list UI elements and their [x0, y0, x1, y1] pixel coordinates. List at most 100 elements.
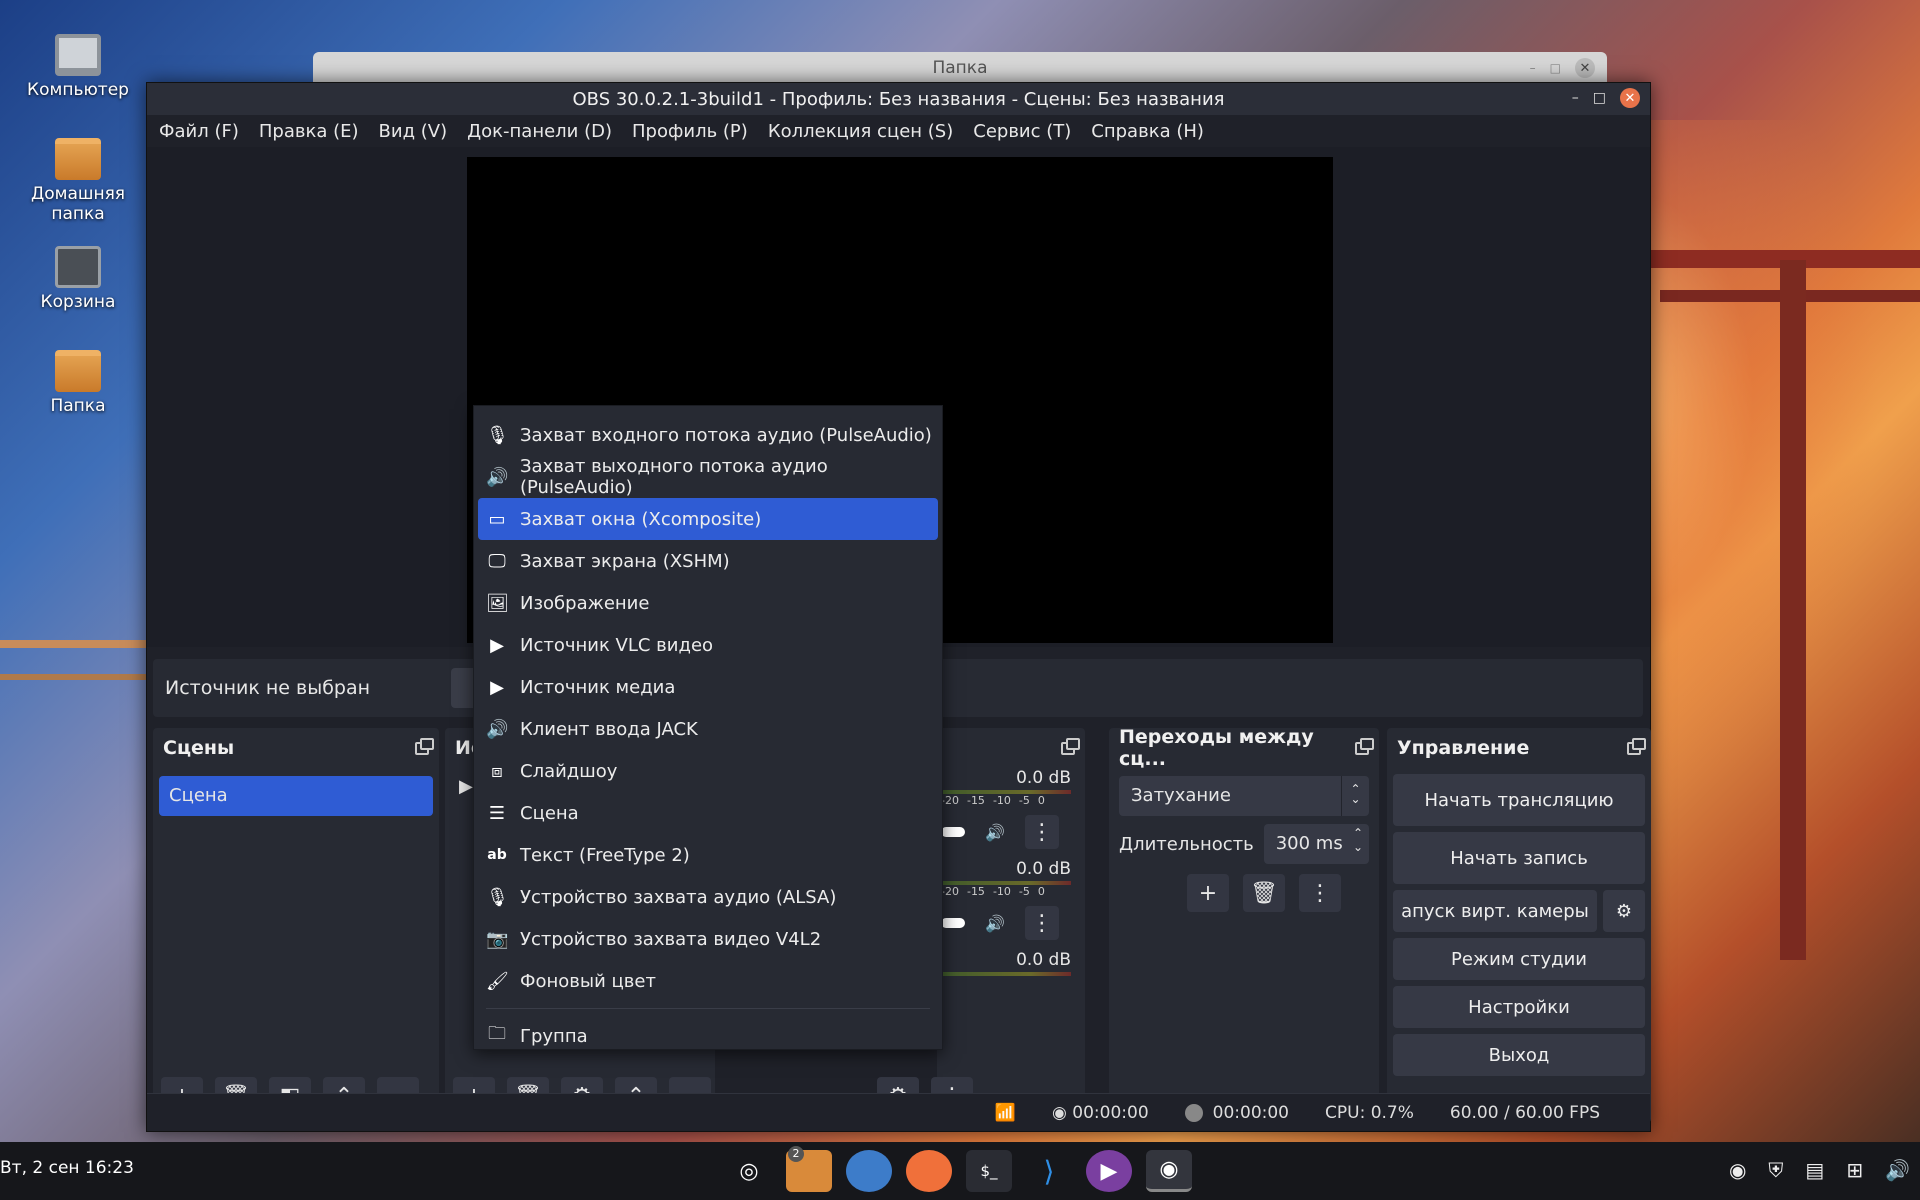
obs-titlebar[interactable]: OBS 30.0.2.1-3build1 - Профиль: Без назв…: [147, 83, 1650, 115]
network-icon[interactable]: ⊞: [1846, 1158, 1863, 1182]
speaker-icon[interactable]: 🔊: [985, 823, 1005, 842]
wallpaper-torii-post: [1780, 260, 1806, 960]
close-icon[interactable]: ✕: [1575, 58, 1595, 78]
image-icon: 🖼: [486, 592, 509, 614]
maximize-icon[interactable]: □: [1593, 90, 1606, 106]
speaker-icon[interactable]: 🔊: [985, 914, 1005, 933]
menu-item-screen-capture[interactable]: 🖵 Захват экрана (XSHM): [478, 540, 938, 582]
clock[interactable]: Вт, 2 сен 16:23: [0, 1158, 134, 1178]
mixer-channel: 0.0 dB -20 -15 -10 -5 0 🔊 ⋮: [937, 768, 1085, 849]
desktop-icon-folder[interactable]: Папка: [18, 350, 138, 416]
window-count-badge: 2: [788, 1146, 804, 1162]
menu-item-pulse-output[interactable]: 🔊 Захват выходного потока аудио (PulseAud…: [478, 456, 938, 498]
window-title: OBS 30.0.2.1-3build1 - Профиль: Без назв…: [572, 88, 1225, 110]
menu-docks[interactable]: Док-панели (D): [467, 121, 612, 142]
menu-view[interactable]: Вид (V): [379, 121, 448, 142]
menu-tools[interactable]: Сервис (T): [973, 121, 1071, 142]
vscode-icon[interactable]: ⟩: [1026, 1150, 1072, 1192]
text-icon: ab: [487, 847, 507, 863]
minimize-icon[interactable]: –: [1530, 61, 1536, 75]
start-record-button[interactable]: Начать запись: [1393, 832, 1645, 884]
camera-icon: 📷: [486, 928, 509, 950]
window-controls: – □ ✕: [1572, 88, 1640, 108]
start-virtual-camera-button[interactable]: апуск вирт. камеры: [1393, 890, 1597, 932]
menu-scene-collection[interactable]: Коллекция сцен (S): [768, 121, 953, 142]
menu-item-image[interactable]: 🖼 Изображение: [478, 582, 938, 624]
mint-menu-icon[interactable]: ◎: [726, 1150, 772, 1192]
menu-item-jack-input[interactable]: 🔊 Клиент ввода JACK: [478, 708, 938, 750]
transition-select[interactable]: Затухание ⌃ ⌄: [1119, 776, 1369, 816]
virtual-camera-settings-button[interactable]: ⚙: [1603, 890, 1645, 932]
volume-slider[interactable]: [941, 827, 965, 837]
speaker-icon: 🔊: [486, 466, 509, 488]
menu-edit[interactable]: Правка (E): [259, 121, 359, 142]
scene-item[interactable]: Сцена: [159, 776, 433, 816]
desktop-icon-computer[interactable]: Компьютер: [18, 34, 138, 100]
volume-slider[interactable]: [941, 918, 965, 928]
menu-item-pulse-input[interactable]: 🎙 Захват входного потока аудио (PulseAudi…: [478, 414, 938, 456]
signal-icon: 📶: [994, 1102, 1017, 1123]
desktop-icon-label: Папка: [50, 396, 106, 416]
menu-file[interactable]: Файл (F): [159, 121, 239, 142]
chromium-icon[interactable]: [846, 1150, 892, 1192]
monitor-icon: 🖵: [488, 550, 506, 572]
start-stream-button[interactable]: Начать трансляцию: [1393, 774, 1645, 826]
desktop-icon-label: Домашняя папка: [30, 184, 126, 224]
undock-icon[interactable]: [1061, 737, 1080, 755]
menu-help[interactable]: Справка (H): [1091, 121, 1204, 142]
mixer-menu-button[interactable]: ⋮: [1024, 815, 1059, 849]
volume-icon[interactable]: 🔊: [1885, 1158, 1910, 1182]
close-icon[interactable]: ✕: [1620, 88, 1640, 108]
minimize-icon[interactable]: –: [1572, 90, 1579, 106]
scenes-dock: Сцены Сцена + 🗑 ◧ ⌃ ⌄: [153, 728, 439, 1123]
menu-profile[interactable]: Профиль (P): [632, 121, 748, 142]
desktop-icon-trash[interactable]: Корзина: [18, 246, 138, 312]
transition-menu-button[interactable]: ⋮: [1299, 874, 1341, 912]
duration-value: 300 ms: [1275, 833, 1343, 854]
menu-item-slideshow[interactable]: ⧈ Слайдшоу: [478, 750, 938, 792]
scenes-title: Сцены: [163, 737, 235, 759]
menu-item-vlc-source[interactable]: ▶ Источник VLC видео: [478, 624, 938, 666]
menu-item-group[interactable]: 🗀 Группа: [478, 1015, 938, 1057]
window-icon: ▭: [488, 508, 506, 530]
no-source-label: Источник не выбран: [165, 677, 371, 699]
menu-item-color-source[interactable]: 🖌 Фоновый цвет: [478, 960, 938, 1002]
cpu-usage: CPU: 0.7%: [1325, 1102, 1414, 1123]
desktop-icon-home[interactable]: Домашняя папка: [18, 138, 138, 224]
settings-button[interactable]: Настройки: [1393, 986, 1645, 1028]
maximize-icon[interactable]: □: [1550, 61, 1561, 75]
mixer-menu-button[interactable]: ⋮: [1024, 906, 1059, 940]
obs-tray-icon[interactable]: ◉: [1729, 1158, 1746, 1182]
undock-icon[interactable]: [1627, 737, 1646, 755]
menu-item-media-source[interactable]: ▶ Источник медиа: [478, 666, 938, 708]
menubar: Файл (F) Правка (E) Вид (V) Док-панели (…: [147, 115, 1650, 147]
terminal-icon[interactable]: $_: [966, 1150, 1012, 1192]
menu-item-window-capture[interactable]: ▭ Захват окна (Xcomposite): [478, 498, 938, 540]
menu-item-text[interactable]: ab Текст (FreeType 2): [478, 834, 938, 876]
spin-arrows-icon[interactable]: ⌃ ⌄: [1353, 826, 1363, 854]
menu-item-alsa-capture[interactable]: 🎙 Устройство захвата аудио (ALSA): [478, 876, 938, 918]
media-player-icon[interactable]: ▶: [1086, 1150, 1132, 1192]
slideshow-icon: ⧈: [491, 760, 503, 782]
menu-item-v4l2-capture[interactable]: 📷 Устройство захвата видео V4L2: [478, 918, 938, 960]
keyboard-layout-flag-icon[interactable]: ▤: [1805, 1158, 1824, 1182]
undock-icon[interactable]: [1355, 737, 1374, 755]
background-window-title: Папка: [932, 58, 988, 78]
studio-mode-button[interactable]: Режим студии: [1393, 938, 1645, 980]
files-app-icon[interactable]: 2: [786, 1146, 832, 1192]
duration-row: Длительность 300 ms ⌃ ⌄: [1119, 824, 1369, 864]
shield-icon[interactable]: ⛨: [1768, 1158, 1783, 1182]
meter-scale: -20 -15 -10 -5 0: [941, 885, 1045, 898]
duration-spinbox[interactable]: 300 ms ⌃ ⌄: [1263, 824, 1369, 864]
taskbar-apps: ◎ 2 $_ ⟩ ▶ ◉: [726, 1146, 1192, 1192]
add-transition-button[interactable]: +: [1187, 874, 1229, 912]
meter-scale: -20 -15 -10 -5 0: [941, 794, 1045, 807]
obs-taskbar-icon[interactable]: ◉: [1146, 1150, 1192, 1192]
add-source-context-menu: 🎙 Захват входного потока аудио (PulseAudi…: [473, 405, 943, 1050]
firefox-icon[interactable]: [906, 1150, 952, 1192]
remove-transition-button[interactable]: 🗑: [1243, 874, 1285, 912]
brush-icon: 🖌: [486, 970, 509, 992]
exit-button[interactable]: Выход: [1393, 1034, 1645, 1076]
menu-item-scene[interactable]: ☰ Сцена: [478, 792, 938, 834]
undock-icon[interactable]: [415, 737, 434, 755]
